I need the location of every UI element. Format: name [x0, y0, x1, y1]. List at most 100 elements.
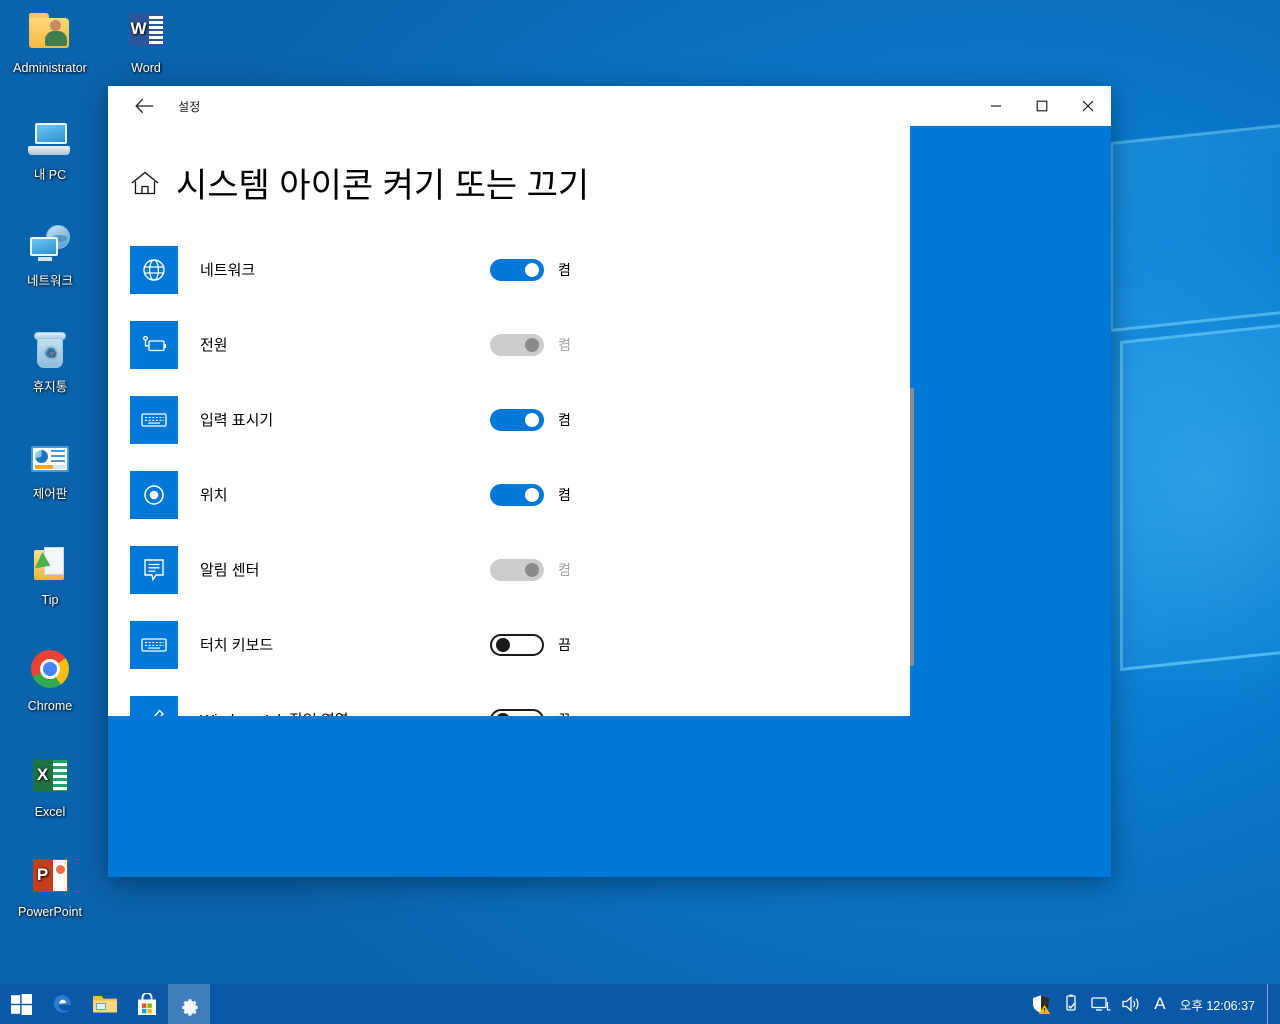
desktop-icon-label: Administrator	[13, 61, 87, 75]
desktop-icon-label: PowerPoint	[18, 905, 82, 919]
computer-icon	[26, 115, 74, 163]
settings-row-toggle-group[interactable]: 켬	[490, 408, 571, 431]
word-icon: W	[122, 8, 170, 56]
minimize-button[interactable]	[973, 86, 1019, 126]
desktop-icon-word[interactable]: W Word	[98, 8, 194, 75]
desktop-icon-chrome[interactable]: Chrome	[2, 646, 98, 713]
desktop-icon-label: Chrome	[27, 699, 73, 713]
settings-row-touch-keyboard[interactable]: 터치 키보드 끔	[108, 607, 910, 682]
settings-row-toggle-group: 켬	[490, 558, 571, 581]
settings-row-action-center[interactable]: 알림 센터 켬	[108, 532, 910, 607]
microsoft-store-button[interactable]	[126, 984, 168, 1024]
settings-row-label: 위치	[200, 487, 228, 504]
system-icons-list: 네트워크 켬 전원 켬 입력 표시기 켬 위치 켬 알림 센터 켬 터치 키보드…	[108, 232, 910, 716]
desktop-icon-label: 제어판	[32, 487, 68, 501]
desktop-icon-label: 휴지통	[32, 380, 68, 394]
desktop-icon-label: Tip	[41, 593, 59, 607]
pen-icon	[130, 695, 178, 716]
microsoft-store-icon	[138, 992, 156, 1015]
toggle-state-label: 켬	[558, 411, 571, 428]
toggle-action-center	[490, 558, 544, 581]
close-button[interactable]	[1065, 86, 1111, 126]
tip-folder-icon	[26, 540, 74, 588]
page-title: 시스템 아이콘 켜기 또는 끄기	[130, 158, 589, 207]
powerpoint-icon: P	[26, 852, 74, 900]
home-icon[interactable]	[130, 168, 160, 198]
desktop-icon-label: Excel	[34, 805, 66, 819]
toggle-input-indicator[interactable]	[490, 408, 544, 431]
page-title-text: 시스템 아이콘 켜기 또는 끄기	[176, 167, 590, 205]
toggle-state-label: 켬	[558, 261, 571, 278]
control-panel-icon	[26, 434, 74, 482]
ime-indicator[interactable]: A	[1146, 984, 1174, 1024]
file-explorer-icon	[93, 996, 117, 1013]
wallpaper-shape-lower	[1120, 318, 1280, 672]
settings-row-input-indicator[interactable]: 입력 표시기 켬	[108, 382, 910, 457]
taskbar[interactable]: A 오후 12:06:37	[0, 984, 1280, 1024]
maximize-icon	[1036, 100, 1048, 112]
desktop[interactable]: Administrator W Word 내 PC 네트워크 ♻ 휴지통 제어판…	[0, 0, 1280, 1024]
toggle-touch-keyboard[interactable]	[490, 633, 544, 656]
toggle-state-label: 켬	[558, 336, 571, 353]
start-button[interactable]	[0, 984, 42, 1024]
content-scrollbar[interactable]	[906, 126, 918, 716]
desktop-icon-powerpoint[interactable]: P PowerPoint	[2, 852, 98, 919]
desktop-icon-administrator[interactable]: Administrator	[2, 8, 98, 75]
location-target-icon	[130, 470, 178, 519]
taskbar-clock[interactable]: 오후 12:06:37	[1174, 984, 1267, 1024]
settings-row-label: 입력 표시기	[200, 412, 274, 429]
speaker-icon[interactable]	[1116, 984, 1146, 1024]
desktop-icon-tip[interactable]: Tip	[2, 540, 98, 607]
gear-icon	[181, 998, 198, 1016]
excel-icon: X	[26, 752, 74, 800]
settings-row-label: Windows Ink 작업 영역	[200, 709, 490, 716]
desktop-icon-control-panel[interactable]: 제어판	[2, 434, 98, 501]
desktop-icon-network[interactable]: 네트워크	[2, 221, 98, 288]
desktop-icon-label: 네트워크	[26, 274, 73, 288]
toggle-network[interactable]	[490, 258, 544, 281]
recycle-bin-icon: ♻	[26, 327, 74, 375]
window-controls	[973, 86, 1111, 126]
settings-row-toggle-group[interactable]: 켬	[490, 483, 571, 506]
battery-plug-icon	[130, 320, 178, 369]
back-button[interactable]	[122, 90, 166, 122]
usb-eject-icon[interactable]	[1056, 984, 1086, 1024]
touch-keyboard-icon	[130, 620, 178, 669]
globe-icon	[130, 245, 178, 294]
toggle-state-label: 끔	[558, 710, 571, 717]
window-title: 설정	[178, 99, 201, 114]
toggle-state-label: 켬	[558, 561, 571, 578]
toggle-windows-ink[interactable]	[490, 708, 544, 716]
action-center-icon	[130, 545, 178, 594]
show-desktop-button[interactable]	[1267, 984, 1274, 1024]
settings-row-toggle-group[interactable]: 끔	[490, 633, 571, 656]
settings-row-label: 알림 센터	[200, 562, 260, 579]
desktop-icon-this-pc[interactable]: 내 PC	[2, 115, 98, 182]
settings-row-network[interactable]: 네트워크 켬	[108, 232, 910, 307]
edge-button[interactable]	[42, 984, 84, 1024]
settings-row-power[interactable]: 전원 켬	[108, 307, 910, 382]
network-icon	[26, 221, 74, 269]
settings-row-toggle-group[interactable]: 켬	[490, 258, 571, 281]
scrollbar-thumb[interactable]	[910, 388, 914, 666]
file-explorer-button[interactable]	[84, 984, 126, 1024]
settings-window[interactable]: 설정 시스템 아이콘 켜기 또는 끄기 네트워크 켬 전원 켬 입력 표시기 켬…	[108, 86, 1111, 877]
close-icon	[1082, 100, 1094, 112]
settings-row-label: 전원	[200, 337, 228, 354]
settings-row-toggle-group[interactable]: 끔	[490, 708, 571, 717]
settings-taskbar-button[interactable]	[168, 984, 210, 1024]
toggle-location[interactable]	[490, 483, 544, 506]
network-tray-icon[interactable]	[1086, 984, 1116, 1024]
keyboard-icon	[130, 395, 178, 444]
settings-content-pane: 시스템 아이콘 켜기 또는 끄기 네트워크 켬 전원 켬 입력 표시기 켬 위치…	[108, 126, 910, 716]
settings-row-toggle-group: 켬	[490, 333, 571, 356]
shield-warning-icon[interactable]	[1026, 984, 1056, 1024]
desktop-icon-excel[interactable]: X Excel	[2, 752, 98, 819]
settings-row-location[interactable]: 위치 켬	[108, 457, 910, 532]
settings-row-windows-ink[interactable]: Windows Ink 작업 영역 끔	[108, 682, 910, 716]
system-tray: A 오후 12:06:37	[1026, 984, 1280, 1024]
maximize-button[interactable]	[1019, 86, 1065, 126]
desktop-icon-recycle-bin[interactable]: ♻ 휴지통	[2, 327, 98, 394]
settings-row-label: 터치 키보드	[200, 637, 274, 654]
window-title-bar[interactable]: 설정	[108, 86, 1111, 126]
